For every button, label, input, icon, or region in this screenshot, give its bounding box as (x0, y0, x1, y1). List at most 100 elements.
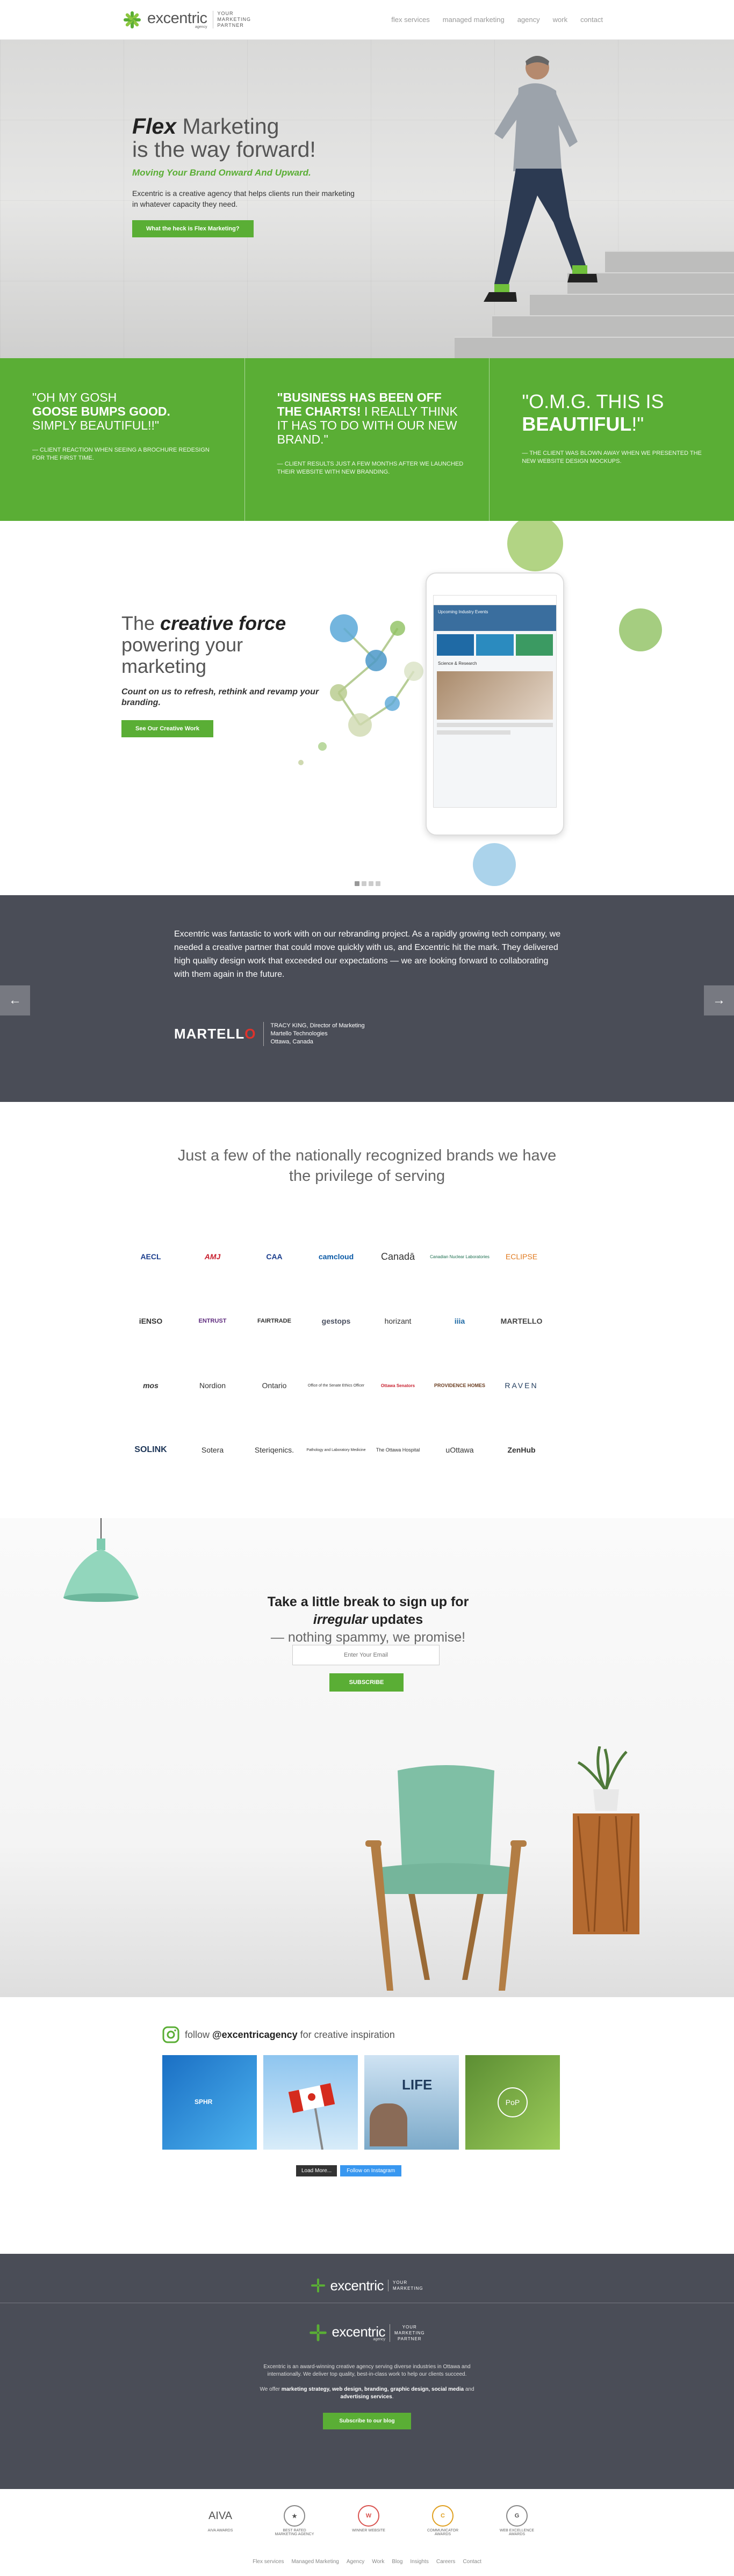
lamp-cord (100, 1518, 102, 1540)
quote-card: "BUSINESS HAS BEEN OFF THE CHARTS! I REAL… (245, 358, 490, 521)
footer-link[interactable]: Careers (436, 2559, 456, 2565)
instagram-grid: SPHR LIFE PoP (162, 2055, 560, 2150)
footer-nav: Flex services Managed Marketing Agency W… (0, 2559, 734, 2565)
footer-link[interactable]: Contact (463, 2559, 481, 2565)
footer-services: We offer marketing strategy, web design,… (260, 2386, 474, 2400)
creative-section: The creative force powering your marketin… (0, 521, 734, 895)
brand-logo: Office of the Senate Ethics Officer (307, 1383, 365, 1388)
footer-link[interactable]: Blog (392, 2559, 402, 2565)
footer-logo-small[interactable]: excentric YOUR MARKETING (311, 2278, 423, 2293)
instagram-icon[interactable] (162, 2026, 179, 2043)
carousel-dot[interactable] (355, 881, 359, 886)
brand-logo-empty (552, 1439, 614, 1461)
award-badges: AIVA AIVA AWARDS ★ BEST RATED MARKETING AG… (199, 2505, 538, 2536)
instagram-buttons: Load More... Follow on Instagram (296, 2165, 402, 2176)
testimonial-section: Excentric was fantastic to work with on … (0, 895, 734, 1102)
nav-managed-marketing[interactable]: managed marketing (443, 16, 505, 24)
footer-link[interactable]: Agency (347, 2559, 364, 2565)
logo-tagline: YOUR MARKETING PARTNER (212, 11, 251, 28)
carousel-dot[interactable] (376, 881, 380, 886)
brand-logo: uOttawa (445, 1446, 474, 1454)
brand-logo: SOLINK (134, 1445, 167, 1454)
brand-logo: AMJ (204, 1252, 221, 1261)
nav-flex-services[interactable]: flex services (391, 16, 430, 24)
subscribe-button[interactable]: SUBSCRIBE (329, 1673, 404, 1692)
site-logo[interactable]: excentric agency YOUR MARKETING PARTNER (123, 10, 251, 30)
hero-title: Flex Marketing is the way forward! (132, 114, 316, 162)
instagram-post[interactable]: LIFE (364, 2055, 459, 2150)
brand-logo: Sotera (201, 1446, 224, 1454)
quote-text: "OH MY GOSH GOOSE BUMPS GOOD. SIMPLY BEAUT… (32, 390, 170, 432)
load-more-button[interactable]: Load More... (296, 2165, 337, 2176)
brand-logo: Nordion (199, 1381, 226, 1390)
footer-about: Excentric is an award-winning creative a… (263, 2364, 471, 2377)
newsletter-title: Take a little break to sign up for irregu… (267, 1594, 469, 1627)
award-badge: C COMMUNICATOR AWARDS (421, 2505, 464, 2536)
email-input[interactable] (292, 1645, 440, 1665)
tablet-screen: Upcoming Industry Events Science & Resea… (433, 595, 557, 808)
pinwheel-logo-icon (123, 10, 142, 30)
brand-logo: gestops (321, 1317, 351, 1325)
brand-logo: Ottawa Senators (380, 1383, 415, 1388)
nav-contact[interactable]: contact (580, 16, 603, 24)
newsletter-text: Take a little break to sign up for irregu… (226, 1593, 510, 1646)
logo-tagline: YOUR MARKETING PARTNER (389, 2324, 425, 2342)
footer-link[interactable]: Insights (410, 2559, 428, 2565)
pendant-lamp-image (63, 1539, 139, 1602)
footer-light: AIVA AIVA AWARDS ★ BEST RATED MARKETING AG… (0, 2489, 734, 2576)
instagram-post[interactable]: SPHR (162, 2055, 257, 2150)
carousel-dot[interactable] (369, 881, 373, 886)
brand-logo: MARTELLO (500, 1317, 543, 1325)
brand-logo: PROVIDENCE HOMES (434, 1383, 485, 1388)
subscribe-blog-button[interactable]: Subscribe to our blog (323, 2413, 411, 2429)
flex-marketing-button[interactable]: What the heck is Flex Marketing? (132, 220, 254, 237)
brand-logo: Ontario (262, 1381, 287, 1390)
instagram-follow-text: follow @excentricagency for creative ins… (185, 2029, 395, 2040)
hero-text: Flex Marketing is the way forward! Moving… (132, 115, 358, 237)
instagram-header: follow @excentricagency for creative ins… (162, 2026, 395, 2043)
carousel-dot[interactable] (362, 881, 366, 886)
award-badge: W WINNER WEBSITE (347, 2505, 390, 2536)
prev-arrow-icon[interactable]: ← (0, 985, 30, 1015)
brand-logo: horizant (384, 1317, 412, 1325)
testimonial-attribution: MARTELLO TRACY KING, Director of Marketi… (174, 1022, 365, 1046)
instagram-post[interactable]: PoP (465, 2055, 560, 2150)
quote-text: "BUSINESS HAS BEEN OFF THE CHARTS! I REAL… (277, 390, 458, 446)
brand-logo: camcloud (318, 1252, 354, 1261)
brand-logo: iiia (454, 1317, 465, 1325)
logo-wordmark: excentric (147, 9, 207, 27)
nav-agency[interactable]: agency (517, 16, 540, 24)
sticky-footer-bar: excentric YOUR MARKETING (0, 2254, 734, 2303)
footer-link[interactable]: Managed Marketing (291, 2559, 339, 2565)
brand-logo: CAA (266, 1252, 283, 1261)
see-creative-work-button[interactable]: See Our Creative Work (121, 720, 214, 737)
main-nav: flex services managed marketing agency w… (391, 16, 603, 24)
award-badge: G WEB EXCELLENCE AWARDS (495, 2505, 538, 2536)
instagram-post[interactable] (263, 2055, 358, 2150)
quote-card: "OH MY GOSH GOOSE BUMPS GOOD. SIMPLY BEAUT… (0, 358, 245, 521)
martello-logo: MARTELLO (174, 1026, 256, 1042)
follow-instagram-button[interactable]: Follow on Instagram (340, 2165, 402, 2176)
footer-logo[interactable]: excentric agency YOUR MARKETING PARTNER (0, 2324, 734, 2342)
tablet-heading: Upcoming Industry Events (434, 605, 556, 631)
nav-work[interactable]: work (553, 16, 567, 24)
award-badge: ★ BEST RATED MARKETING AGENCY (273, 2505, 316, 2536)
running-man-image (484, 56, 598, 302)
next-arrow-icon[interactable]: → (704, 985, 734, 1015)
brand-logo: FAIRTRADE (257, 1318, 291, 1324)
hero-section: Flex Marketing is the way forward! Moving… (0, 40, 734, 358)
brand-logo-grid: AECL AMJ CAA camcloud Canadā Canadian Nu… (120, 1245, 614, 1461)
canada-flag-image (288, 2083, 335, 2150)
brand-logo: Steriqenics. (254, 1446, 294, 1454)
newsletter-section: Take a little break to sign up for irregu… (0, 1518, 734, 1997)
hero-subtitle: Moving Your Brand Onward And Upward. (132, 168, 311, 178)
brand-logo-empty (552, 1374, 614, 1397)
brands-title: Just a few of the nationally recognized … (177, 1147, 557, 1185)
carousel-dots (355, 881, 380, 886)
brand-logo-empty (552, 1310, 614, 1332)
brand-logo-empty (552, 1245, 614, 1268)
quote-citation: — CLIENT RESULTS JUST A FEW MONTHS AFTER… (277, 461, 464, 475)
hero-description: Excentric is a creative agency that help… (132, 189, 355, 208)
footer-link[interactable]: Flex services (253, 2559, 284, 2565)
footer-link[interactable]: Work (372, 2559, 384, 2565)
